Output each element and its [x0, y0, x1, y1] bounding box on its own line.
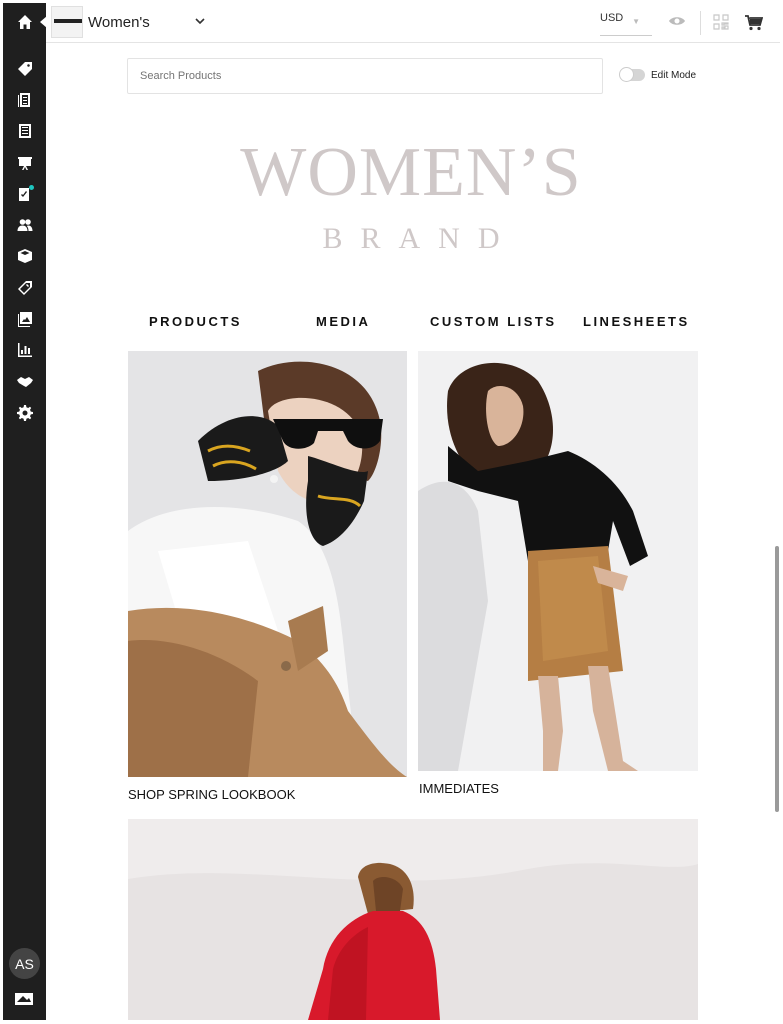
- partners-icon: [16, 376, 33, 387]
- settings-icon: [16, 404, 33, 421]
- catalog-icon: [18, 124, 31, 139]
- avatar-initials: AS: [15, 955, 34, 972]
- sidebar-item-tags[interactable]: [3, 53, 46, 84]
- box-icon: [17, 249, 32, 264]
- contacts-icon: [17, 219, 32, 232]
- lookbook-photo: [128, 351, 407, 777]
- caret-down-icon: ▼: [632, 17, 640, 26]
- sidebar-item-orders[interactable]: [3, 84, 46, 115]
- currency-value: USD: [600, 12, 624, 24]
- chevron-down-icon[interactable]: [194, 15, 206, 27]
- featured-photo: [128, 819, 698, 1020]
- sidebar-item-tasks[interactable]: [3, 178, 46, 209]
- nav-linesheets[interactable]: LINESHEETS: [583, 314, 690, 329]
- edit-mode-toggle[interactable]: [619, 67, 645, 82]
- search-input[interactable]: [127, 58, 603, 94]
- notification-dot: [29, 185, 34, 191]
- edit-mode-label: Edit Mode: [651, 70, 697, 81]
- scrollbar-thumb[interactable]: [775, 546, 779, 812]
- home-icon: [17, 15, 32, 29]
- sidebar-item-contacts[interactable]: [3, 209, 46, 240]
- media-icon: [17, 312, 32, 328]
- orders-icon: [17, 92, 30, 107]
- sidebar-item-partners[interactable]: [3, 366, 46, 397]
- presentation-icon: [17, 156, 32, 170]
- brand-logo-title: WOMEN’S: [240, 134, 582, 211]
- sidebar-item-inventory[interactable]: [3, 241, 46, 272]
- brand-selector-label[interactable]: Women's: [88, 14, 150, 31]
- lookbook-tile[interactable]: [128, 351, 407, 777]
- lookbook-caption[interactable]: SHOP SPRING LOOKBOOK: [128, 787, 295, 802]
- eye-icon[interactable]: [668, 14, 686, 28]
- toolbar-divider: [700, 11, 701, 35]
- main-content: Edit Mode WOMEN’S BRAND PRODUCTS MEDIA C…: [46, 44, 780, 1020]
- tag-icon: [17, 61, 32, 76]
- avatar[interactable]: AS: [9, 948, 40, 979]
- currency-select[interactable]: USD ▼: [600, 12, 652, 36]
- promotions-icon: [17, 280, 32, 295]
- featured-tile[interactable]: [128, 819, 698, 1020]
- card-icon[interactable]: [15, 993, 33, 1005]
- sidebar-item-media[interactable]: [3, 303, 46, 334]
- sidebar-item-catalog[interactable]: [3, 116, 46, 147]
- nav-custom-lists[interactable]: CUSTOM LISTS: [430, 314, 557, 329]
- sidebar-item-promotions[interactable]: [3, 272, 46, 303]
- brand-logo-thumbnail: [51, 6, 83, 38]
- qr-code-icon[interactable]: [713, 14, 729, 30]
- home-button[interactable]: [3, 3, 47, 41]
- nav-media[interactable]: MEDIA: [316, 314, 370, 329]
- sidebar-item-reports[interactable]: [3, 335, 46, 366]
- cart-icon[interactable]: [745, 15, 763, 31]
- sidebar-item-settings[interactable]: [3, 397, 46, 428]
- top-bar: Women's USD ▼: [46, 3, 780, 43]
- toggle-knob: [619, 67, 634, 82]
- sidebar-item-presentation[interactable]: [3, 147, 46, 178]
- nav-products[interactable]: PRODUCTS: [149, 314, 242, 329]
- brand-logo-subtitle: BRAND: [322, 222, 518, 255]
- immediates-photo: [418, 351, 698, 771]
- reports-icon: [17, 343, 32, 358]
- sidebar: AS: [3, 3, 47, 1020]
- immediates-caption[interactable]: IMMEDIATES: [419, 781, 499, 796]
- immediates-tile[interactable]: [418, 351, 698, 771]
